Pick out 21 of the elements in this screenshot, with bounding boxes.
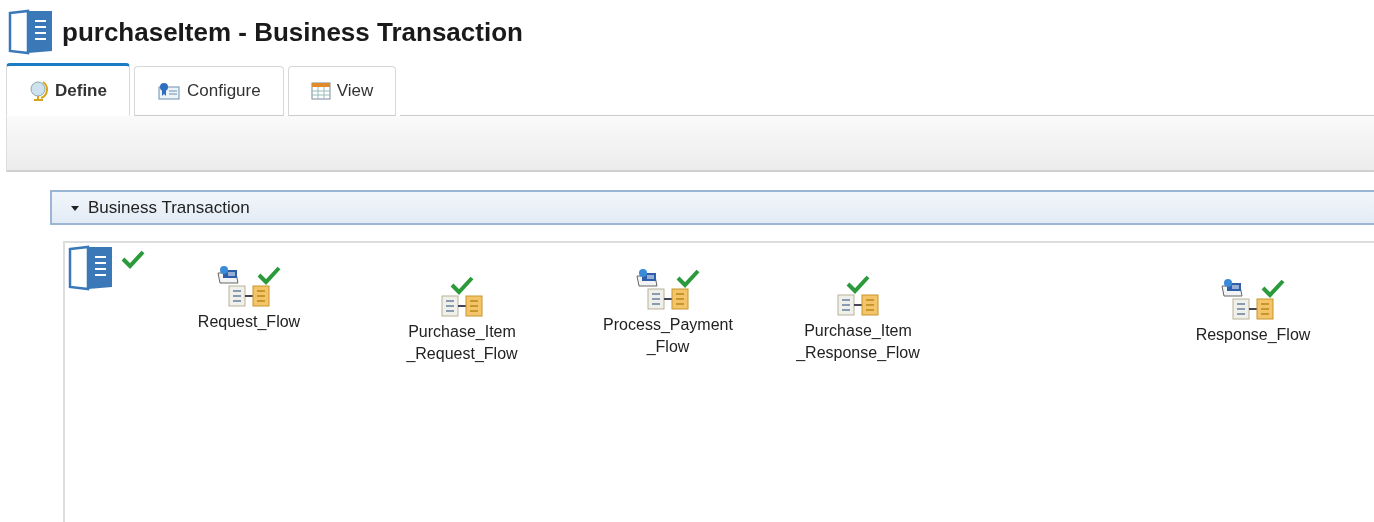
tab[interactable]: View	[287, 66, 397, 116]
flow-label: Process_Payment _Flow	[603, 315, 733, 357]
table-icon	[310, 82, 331, 100]
section-header[interactable]: Business Transaction	[50, 190, 1374, 225]
flow-icon[interactable]	[228, 285, 270, 307]
flow-icon[interactable]	[1232, 298, 1274, 320]
globe-icon	[29, 79, 49, 102]
flow-label: Purchase_Item _Response_Flow	[796, 321, 920, 363]
book-icon	[8, 9, 54, 55]
flow-label: Purchase_Item _Request_Flow	[406, 322, 518, 364]
flow-icon[interactable]	[441, 295, 483, 317]
book-icon[interactable]	[68, 245, 114, 291]
caret-icon	[70, 203, 80, 212]
flow-icon[interactable]	[647, 288, 689, 310]
flow-label: Response_Flow	[1195, 325, 1311, 345]
certificate-icon	[156, 81, 181, 101]
flow-label: Request_Flow	[197, 312, 301, 332]
flow-icon[interactable]	[837, 294, 879, 316]
page-title: purchaseItem - Business Transaction	[62, 16, 523, 48]
tab[interactable]: Define	[6, 63, 130, 116]
tab[interactable]: Configure	[133, 66, 284, 116]
